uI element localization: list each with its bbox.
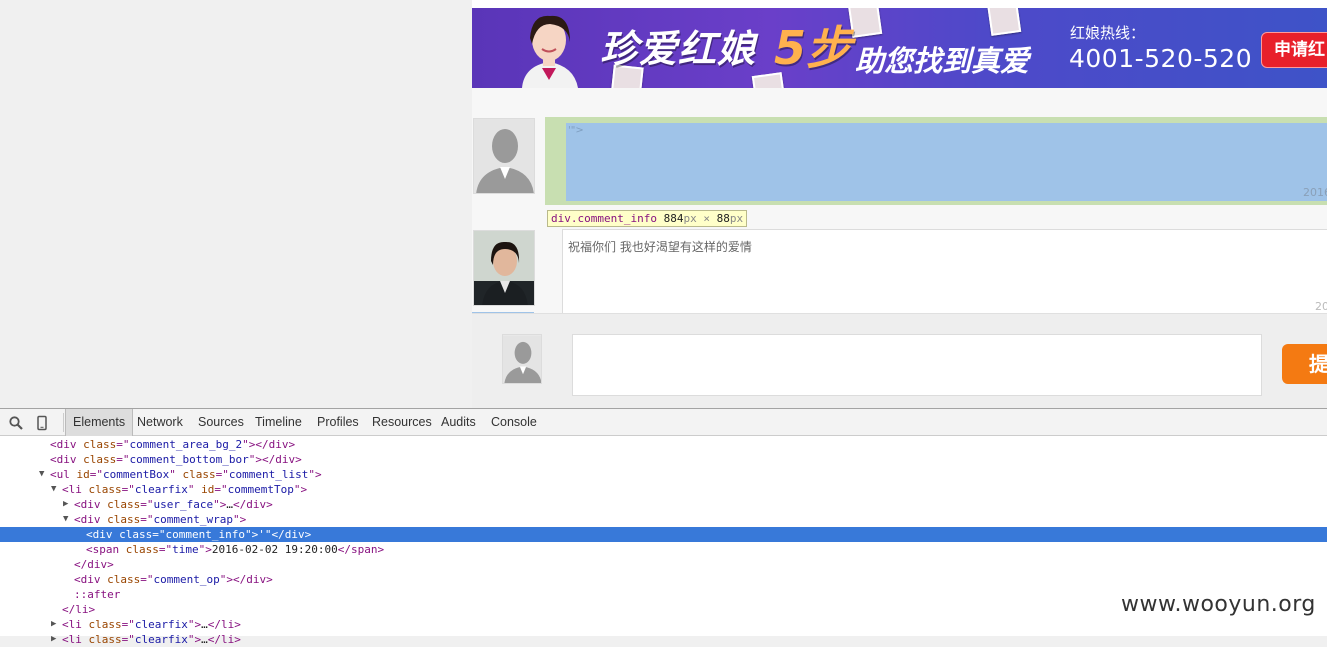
tab-timeline[interactable]: Timeline <box>255 409 302 436</box>
dom-node[interactable]: ▼ <div class="comment_wrap"> <box>0 512 1327 527</box>
tab-network[interactable]: Network <box>137 409 183 436</box>
collapsed-triangle-icon[interactable]: ▶ <box>63 497 71 512</box>
expanded-triangle-icon[interactable]: ▼ <box>39 467 47 482</box>
default-avatar <box>473 118 535 194</box>
tooltip-unit: px <box>683 212 697 225</box>
tooltip-width: 884 <box>663 212 684 225</box>
default-avatar <box>502 334 542 384</box>
tab-profiles[interactable]: Profiles <box>317 409 359 436</box>
dom-node[interactable]: <div class="comment_op"></div> <box>0 572 1327 587</box>
tab-console[interactable]: Console <box>491 409 537 436</box>
hotline-label: 红娘热线： <box>1070 24 1146 42</box>
device-mode-icon[interactable] <box>34 415 50 431</box>
search-icon[interactable] <box>8 415 24 431</box>
submit-button[interactable]: 提 <box>1282 344 1327 384</box>
comment-time: 2016 <box>1303 186 1327 199</box>
tooltip-times: × <box>703 212 710 225</box>
collapsed-triangle-icon[interactable]: ▶ <box>51 632 59 647</box>
comment-time: 2016 <box>1315 300 1327 313</box>
devtools-toolbar: Elements Network Sources Timeline Profil… <box>0 409 1327 436</box>
dom-node[interactable]: ▶ <div class="user_face">…</div> <box>0 497 1327 512</box>
watermark: www.wooyun.org <box>1121 592 1316 617</box>
comment-text: '"> <box>568 125 584 136</box>
comment-form: 提 <box>472 313 1327 408</box>
expanded-triangle-icon[interactable]: ▼ <box>63 512 71 527</box>
comment-input[interactable] <box>572 334 1262 396</box>
banner-steps: 5步 <box>774 21 853 75</box>
tab-audits[interactable]: Audits <box>441 409 476 436</box>
hotline-number: 4001-520-520 <box>1069 44 1253 73</box>
tooltip-selector: div.comment_info <box>551 212 657 225</box>
tab-sources[interactable]: Sources <box>198 409 244 436</box>
banner-title: 珍爱红娘 <box>600 27 757 71</box>
tooltip-unit: px <box>729 212 744 225</box>
person-silhouette-icon <box>474 119 534 193</box>
user-photo <box>474 231 534 305</box>
comment-text: 祝福你们 我也好渴望有这样的爱情 <box>568 240 752 254</box>
page-viewport: 珍爱红娘 5步 助您找到真爱 红娘热线： 4001-520-520 申请红 祝福… <box>0 0 1327 408</box>
dom-node[interactable]: </div> <box>0 557 1327 572</box>
tab-resources[interactable]: Resources <box>372 409 432 436</box>
comment-bubble: 祝福你们 我也好渴望有这样的爱情 2016 <box>562 229 1327 315</box>
expanded-triangle-icon[interactable]: ▼ <box>51 482 59 497</box>
ad-banner[interactable]: 珍爱红娘 5步 助您找到真爱 红娘热线： 4001-520-520 申请红 <box>472 8 1327 88</box>
tooltip-height: 88 <box>716 212 730 225</box>
dom-node-selected[interactable]: <div class="comment_info">'"</div> <box>0 527 1327 542</box>
inspect-tooltip: div.comment_info 884px × 88px <box>547 210 748 227</box>
photo-thumbnail <box>847 8 883 38</box>
tab-elements[interactable]: Elements <box>65 409 134 436</box>
photo-thumbnail <box>986 8 1022 36</box>
toolbar-divider <box>63 413 64 432</box>
woman-portrait-image <box>522 15 578 88</box>
banner-subtitle: 助您找到真爱 <box>855 44 1030 78</box>
dom-node[interactable]: ▼ <ul id="commentBox" class="comment_list… <box>0 467 1327 482</box>
collapsed-triangle-icon[interactable]: ▶ <box>51 617 59 632</box>
dom-node[interactable]: ▼ <li class="clearfix" id="commemtTop"> <box>0 482 1327 497</box>
dom-node[interactable]: <span class="time">2016-02-02 19:20:00</… <box>0 542 1327 557</box>
dom-node[interactable]: <div class="comment_bottom_bor"></div> <box>0 452 1327 467</box>
dom-node[interactable]: <div class="comment_area_bg_2"></div> <box>0 437 1327 452</box>
dom-node[interactable]: ▶ <li class="clearfix">…</li> <box>0 632 1327 647</box>
user-avatar <box>473 230 535 306</box>
person-silhouette-icon <box>503 335 541 383</box>
web-page: 珍爱红娘 5步 助您找到真爱 红娘热线： 4001-520-520 申请红 祝福… <box>472 0 1327 408</box>
apply-button[interactable]: 申请红 <box>1261 32 1327 68</box>
inspect-highlight-content <box>566 123 1327 201</box>
dom-node[interactable]: ▶ <li class="clearfix">…</li> <box>0 617 1327 632</box>
